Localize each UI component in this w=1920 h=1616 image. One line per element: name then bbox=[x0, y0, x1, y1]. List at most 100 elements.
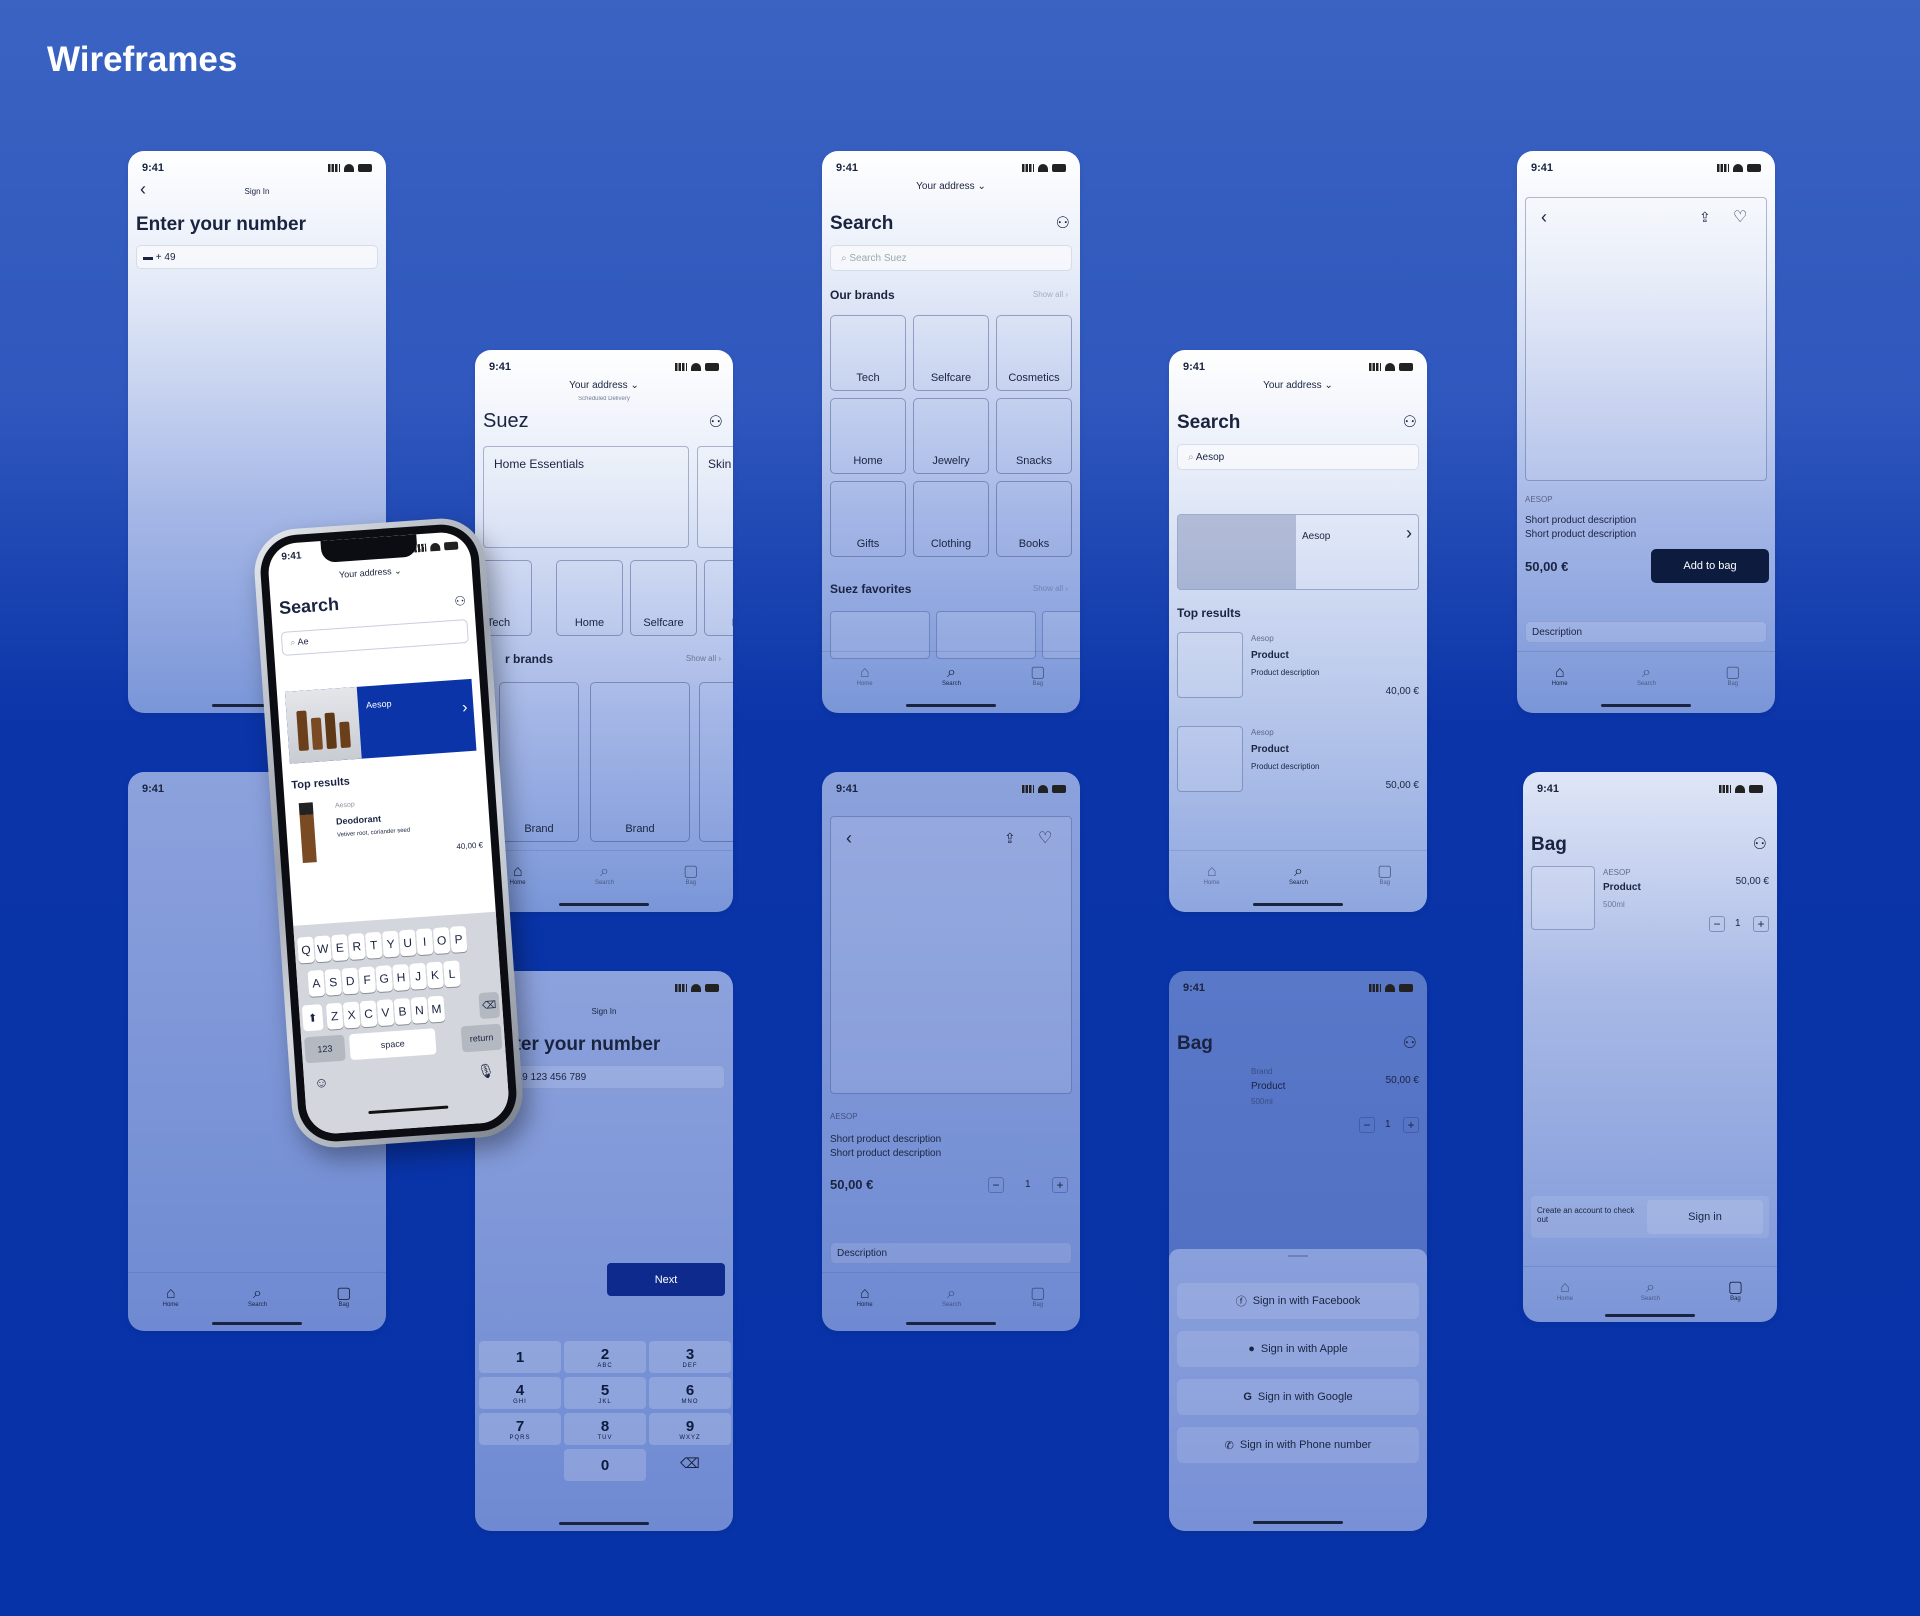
key-o[interactable]: O bbox=[432, 927, 451, 955]
description-section[interactable]: Description bbox=[830, 1242, 1072, 1264]
category-tile[interactable]: Clothing bbox=[913, 481, 989, 557]
phone-input[interactable]: + 49 123 456 789 bbox=[501, 1065, 725, 1089]
key-4[interactable]: 4 GHI bbox=[479, 1377, 561, 1409]
key-0[interactable]: 0 bbox=[564, 1449, 646, 1481]
profile-icon[interactable]: ⚇ bbox=[1403, 1033, 1417, 1053]
key-k[interactable]: K bbox=[426, 961, 444, 989]
heart-icon[interactable]: ♡ bbox=[1733, 207, 1747, 227]
apple-sign-in-button[interactable]: ● Sign in with Apple bbox=[1177, 1331, 1419, 1367]
decrease-button[interactable]: − bbox=[1359, 1117, 1375, 1133]
show-all-link[interactable]: Show all › bbox=[686, 654, 721, 663]
nav-bag[interactable]: ▢ Bag bbox=[1030, 1285, 1045, 1308]
key-7[interactable]: 7 PQRS bbox=[479, 1413, 561, 1445]
brand-card[interactable]: Brand bbox=[590, 682, 690, 842]
brand-banner[interactable]: Aesop › bbox=[1177, 514, 1419, 590]
key-l[interactable]: L bbox=[443, 960, 461, 988]
promo-card[interactable]: Skin bbox=[697, 446, 733, 548]
key-v[interactable]: V bbox=[376, 999, 395, 1027]
back-icon[interactable]: ‹ bbox=[846, 828, 852, 849]
key-z[interactable]: Z bbox=[325, 1002, 344, 1030]
address-selector[interactable]: Your address ⌄ bbox=[1169, 380, 1427, 391]
show-all-link[interactable]: Show all › bbox=[1033, 584, 1068, 593]
brand-banner[interactable]: Aesop › bbox=[284, 678, 477, 764]
key-9[interactable]: 9 WXYZ bbox=[649, 1413, 731, 1445]
profile-icon[interactable]: ⚇ bbox=[454, 593, 467, 610]
nav-home[interactable]: ⌂ Home bbox=[857, 1285, 873, 1308]
key-q[interactable]: Q bbox=[297, 936, 315, 964]
phone-input[interactable]: ▬ + 49 bbox=[136, 245, 378, 269]
key-t[interactable]: T bbox=[364, 931, 383, 959]
share-icon[interactable]: ⇪ bbox=[1004, 830, 1016, 847]
profile-icon[interactable]: ⚇ bbox=[1753, 834, 1767, 854]
nav-home[interactable]: ⌂ Home bbox=[1552, 664, 1568, 687]
key-1[interactable]: 1 bbox=[479, 1341, 561, 1373]
key-f[interactable]: F bbox=[358, 966, 377, 994]
nav-bag[interactable]: ▢ Bag bbox=[1030, 664, 1045, 687]
profile-icon[interactable]: ⚇ bbox=[1403, 412, 1417, 432]
key-h[interactable]: H bbox=[392, 963, 410, 991]
nav-search[interactable]: ⌕ Search bbox=[1641, 1279, 1660, 1302]
address-selector[interactable]: Your address ⌄ bbox=[822, 181, 1080, 192]
category-tile[interactable]: Home bbox=[556, 560, 623, 636]
nav-bag[interactable]: ▢ Bag bbox=[336, 1285, 351, 1308]
category-tile[interactable]: Books bbox=[996, 481, 1072, 557]
key-8[interactable]: 8 TUV bbox=[564, 1413, 646, 1445]
profile-icon[interactable]: ⚇ bbox=[709, 412, 723, 432]
next-button[interactable]: Next bbox=[607, 1263, 725, 1296]
key-r[interactable]: R bbox=[347, 932, 366, 961]
search-input[interactable]: ⌕ Aesop bbox=[1177, 444, 1419, 470]
google-sign-in-button[interactable]: G Sign in with Google bbox=[1177, 1379, 1419, 1415]
nav-search[interactable]: ⌕ Search bbox=[1637, 664, 1656, 687]
return-key[interactable]: return bbox=[460, 1023, 503, 1053]
key-c[interactable]: C bbox=[359, 1000, 378, 1028]
facebook-sign-in-button[interactable]: ⓕ Sign in with Facebook bbox=[1177, 1283, 1419, 1319]
search-input[interactable]: ⌕ Search Suez bbox=[830, 245, 1072, 271]
space-key[interactable]: space bbox=[348, 1028, 437, 1061]
key-3[interactable]: 3 DEF bbox=[649, 1341, 731, 1373]
increase-button[interactable]: + bbox=[1403, 1117, 1419, 1133]
nav-search[interactable]: ⌕ Search bbox=[942, 664, 961, 687]
key-6[interactable]: 6 MNO bbox=[649, 1377, 731, 1409]
category-tile[interactable]: Cosmetics bbox=[996, 315, 1072, 391]
nav-home[interactable]: ⌂ Home bbox=[1204, 863, 1220, 886]
shift-key[interactable]: ⬆ bbox=[301, 1004, 324, 1032]
brand-card[interactable] bbox=[699, 682, 733, 842]
increase-button[interactable]: + bbox=[1052, 1177, 1068, 1193]
show-all-link[interactable]: Show all › bbox=[1033, 290, 1068, 299]
category-tile[interactable]: Home bbox=[830, 398, 906, 474]
key-y[interactable]: Y bbox=[381, 930, 400, 958]
address-selector[interactable]: Your address ⌄ bbox=[269, 561, 472, 586]
category-tile[interactable]: Selfcare bbox=[630, 560, 697, 636]
key-d[interactable]: D bbox=[341, 967, 360, 995]
share-icon[interactable]: ⇪ bbox=[1699, 209, 1711, 226]
category-tile[interactable]: Jewelry bbox=[913, 398, 989, 474]
brand-card[interactable]: Brand bbox=[499, 682, 579, 842]
increase-button[interactable]: + bbox=[1753, 916, 1769, 932]
nav-home[interactable]: ⌂ Home bbox=[163, 1285, 179, 1308]
nav-search[interactable]: ⌕ Search bbox=[248, 1285, 267, 1308]
category-tile[interactable]: Selfcare bbox=[913, 315, 989, 391]
key-n[interactable]: N bbox=[410, 996, 429, 1024]
key-w[interactable]: W bbox=[314, 935, 332, 963]
heart-icon[interactable]: ♡ bbox=[1038, 828, 1052, 848]
key-s[interactable]: S bbox=[324, 968, 343, 996]
key-e[interactable]: E bbox=[330, 934, 349, 962]
nav-bag[interactable]: ▢ Bag bbox=[1725, 664, 1740, 687]
promo-card[interactable]: Home Essentials bbox=[483, 446, 689, 548]
address-selector[interactable]: Your address ⌄ bbox=[475, 380, 733, 391]
nav-home[interactable]: ⌂ Home bbox=[1557, 1279, 1573, 1302]
key-g[interactable]: G bbox=[375, 965, 394, 993]
key-i[interactable]: I bbox=[415, 928, 434, 956]
key-5[interactable]: 5 JKL bbox=[564, 1377, 646, 1409]
emoji-icon[interactable]: ☺ bbox=[314, 1074, 329, 1091]
backspace-icon[interactable]: ⌫ bbox=[680, 1455, 700, 1472]
category-tile[interactable]: Snacks bbox=[996, 398, 1072, 474]
delete-key[interactable]: ⌫ bbox=[478, 991, 501, 1020]
description-section[interactable]: Description bbox=[1525, 621, 1767, 643]
search-input[interactable]: ⌕ Ae bbox=[280, 618, 469, 656]
profile-icon[interactable]: ⚇ bbox=[1056, 213, 1070, 233]
nav-home[interactable]: ⌂ Home bbox=[857, 664, 873, 687]
microphone-icon[interactable]: 🎙 bbox=[477, 1062, 496, 1080]
nav-search[interactable]: ⌕ Search bbox=[942, 1285, 961, 1308]
decrease-button[interactable]: − bbox=[1709, 916, 1725, 932]
